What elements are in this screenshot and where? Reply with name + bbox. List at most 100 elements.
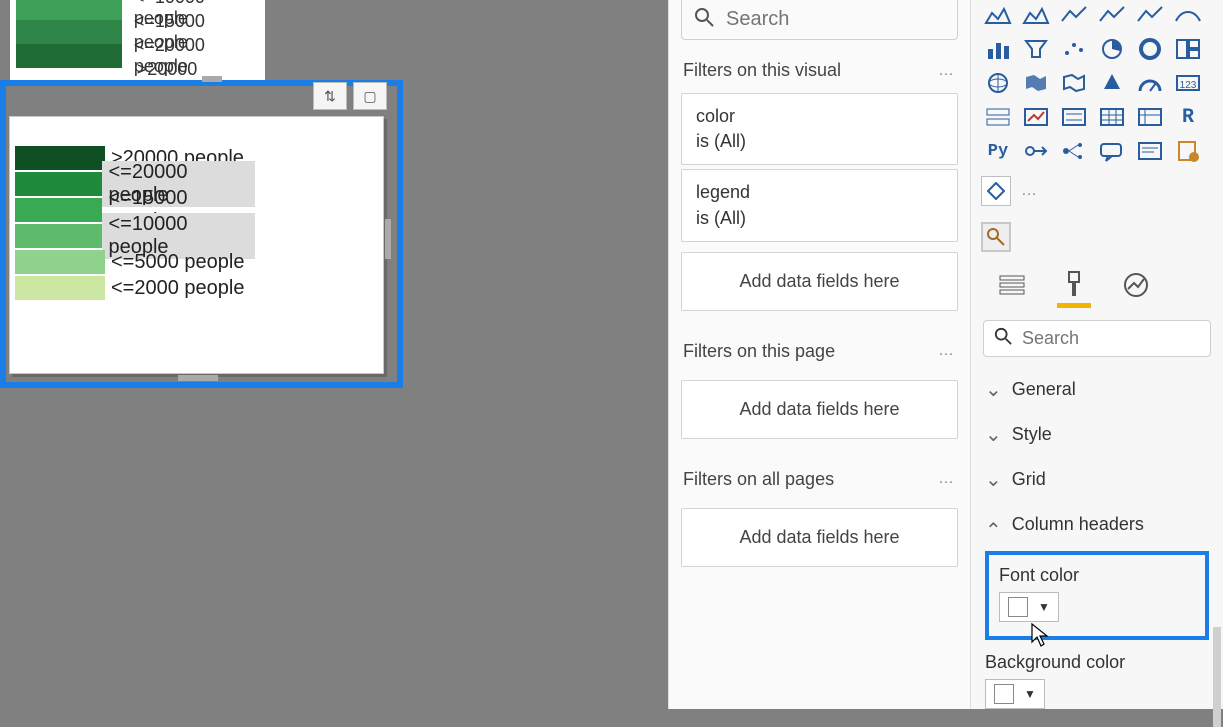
format-search-input[interactable] xyxy=(1020,327,1200,350)
analytics-tab[interactable] xyxy=(1119,268,1153,302)
color-swatch xyxy=(15,198,102,222)
background-color-picker[interactable]: ▼ xyxy=(985,679,1045,709)
legend-row[interactable]: <=2000 people xyxy=(15,275,255,301)
legend-list: >20000 people<=20000 people<=15000 peopl… xyxy=(15,145,255,301)
narrative-icon[interactable] xyxy=(1133,136,1167,166)
more-options-icon[interactable]: … xyxy=(1021,176,1039,206)
selected-visual-card[interactable]: >20000 people<=20000 people<=15000 peopl… xyxy=(9,116,384,374)
font-color-label: Font color xyxy=(999,565,1195,586)
color-swatch xyxy=(15,172,102,196)
column-line-icon[interactable] xyxy=(1095,0,1129,30)
format-section-general[interactable]: General xyxy=(971,367,1223,412)
format-sections: General Style Grid Column headers Font c… xyxy=(971,367,1223,727)
dropdown-caret-icon: ▼ xyxy=(1038,600,1050,614)
visual-header-icons: ⇅ ▢ xyxy=(313,82,387,110)
filters-all-title: Filters on all pages xyxy=(683,469,834,490)
dropdown-caret-icon: ▼ xyxy=(1024,687,1036,701)
filters-visual-more-icon[interactable]: … xyxy=(938,62,956,80)
key-influencers-icon[interactable] xyxy=(1019,136,1053,166)
area-chart-icon[interactable] xyxy=(981,0,1015,30)
color-swatch xyxy=(16,44,122,68)
pie-icon[interactable] xyxy=(1095,34,1129,64)
search-icon xyxy=(994,327,1012,350)
get-more-visuals-icon[interactable] xyxy=(981,176,1011,206)
font-color-highlight: Font color ▼ xyxy=(985,551,1209,640)
line-chart-icon[interactable] xyxy=(1057,0,1091,30)
background-color-label: Background color xyxy=(985,652,1209,673)
filters-page-more-icon[interactable]: … xyxy=(938,342,956,360)
stacked-area-icon[interactable] xyxy=(1019,0,1053,30)
python-icon[interactable]: Py xyxy=(981,136,1015,166)
custom-visuals-row: … xyxy=(971,172,1223,216)
focus-icon[interactable]: ▢ xyxy=(353,82,387,110)
font-color-swatch xyxy=(1008,597,1028,617)
decomp-tree-icon[interactable] xyxy=(1057,136,1091,166)
color-swatch xyxy=(15,276,105,300)
format-search-box[interactable] xyxy=(983,320,1211,357)
ribbon-chart-icon[interactable] xyxy=(1171,0,1205,30)
format-section-label: Column headers xyxy=(1012,514,1144,535)
selected-visual-type-row xyxy=(971,216,1223,258)
chevron-down-icon xyxy=(985,467,1002,492)
filters-visual-add[interactable]: Add data fields here xyxy=(681,252,958,311)
format-tab[interactable] xyxy=(1057,268,1091,302)
color-swatch xyxy=(15,224,102,248)
selected-visual-type-icon[interactable] xyxy=(981,222,1011,252)
globe-icon[interactable] xyxy=(981,68,1015,98)
filter-card-legend[interactable]: legend is (All) xyxy=(681,169,958,241)
matrix-icon[interactable] xyxy=(1133,102,1167,132)
clustered-column-line-icon[interactable] xyxy=(1133,0,1167,30)
format-section-grid[interactable]: Grid xyxy=(971,457,1223,502)
scatter-icon[interactable] xyxy=(1057,34,1091,64)
donut-icon[interactable] xyxy=(1133,34,1167,64)
funnel-icon[interactable] xyxy=(1019,34,1053,64)
search-icon xyxy=(694,7,714,32)
card-number-icon[interactable]: 123 xyxy=(1171,68,1205,98)
qna-icon[interactable] xyxy=(1095,136,1129,166)
color-swatch xyxy=(16,0,122,20)
filters-page-title: Filters on this page xyxy=(683,341,835,362)
paginated-icon[interactable] xyxy=(1171,136,1205,166)
visualizations-gallery: 123 R Py xyxy=(971,0,1223,172)
visualizations-pane: 123 R Py … General xyxy=(970,0,1223,709)
column-headers-body: Font color ▼ Background color ▼ xyxy=(971,547,1223,719)
filter-card-color[interactable]: color is (All) xyxy=(681,93,958,165)
filters-page-add[interactable]: Add data fields here xyxy=(681,380,958,439)
drill-icon[interactable]: ⇅ xyxy=(313,82,347,110)
multirow-card-icon[interactable] xyxy=(981,102,1015,132)
filters-page-header: Filters on this page … xyxy=(669,329,970,370)
table-icon[interactable] xyxy=(1095,102,1129,132)
kpi-icon[interactable] xyxy=(1019,102,1053,132)
background-color-swatch xyxy=(994,684,1014,704)
chevron-down-icon xyxy=(985,377,1002,402)
filter-field-name: legend xyxy=(696,180,943,205)
filters-all-add[interactable]: Add data fields here xyxy=(681,508,958,567)
legend-row[interactable]: <=5000 people xyxy=(15,249,255,275)
shape-map-icon[interactable] xyxy=(1057,68,1091,98)
color-swatch xyxy=(15,146,105,170)
report-canvas[interactable]: <=10000 people<=15000 people<=20000 peop… xyxy=(0,0,668,709)
selected-visual-outline[interactable]: ⇅ ▢ >20000 people<=20000 people<=15000 p… xyxy=(0,80,403,388)
filters-all-more-icon[interactable]: … xyxy=(938,470,956,488)
font-color-picker[interactable]: ▼ xyxy=(999,592,1059,622)
treemap-icon[interactable] xyxy=(1171,34,1205,64)
filters-search-box[interactable] xyxy=(681,0,958,40)
legend-row[interactable]: <=10000 people xyxy=(15,223,255,249)
legend-label: <=2000 people xyxy=(105,277,250,300)
filters-pane: Filters on this visual … color is (All) … xyxy=(668,0,970,709)
format-scrollbar[interactable] xyxy=(1213,627,1221,727)
format-section-column-headers[interactable]: Column headers xyxy=(971,502,1223,547)
filters-search-input[interactable] xyxy=(724,7,945,32)
column-chart-icon[interactable] xyxy=(981,34,1015,64)
svg-text:123: 123 xyxy=(1180,80,1197,91)
slicer-icon[interactable] xyxy=(1057,102,1091,132)
arcgis-icon[interactable] xyxy=(1095,68,1129,98)
filled-map-icon[interactable] xyxy=(1019,68,1053,98)
chevron-down-icon xyxy=(985,422,1002,447)
gauge-icon[interactable] xyxy=(1133,68,1167,98)
fields-tab[interactable] xyxy=(995,268,1029,302)
color-swatch xyxy=(16,20,122,44)
format-mode-tabs xyxy=(971,258,1223,310)
format-section-style[interactable]: Style xyxy=(971,412,1223,457)
r-visual-icon[interactable]: R xyxy=(1171,102,1205,132)
